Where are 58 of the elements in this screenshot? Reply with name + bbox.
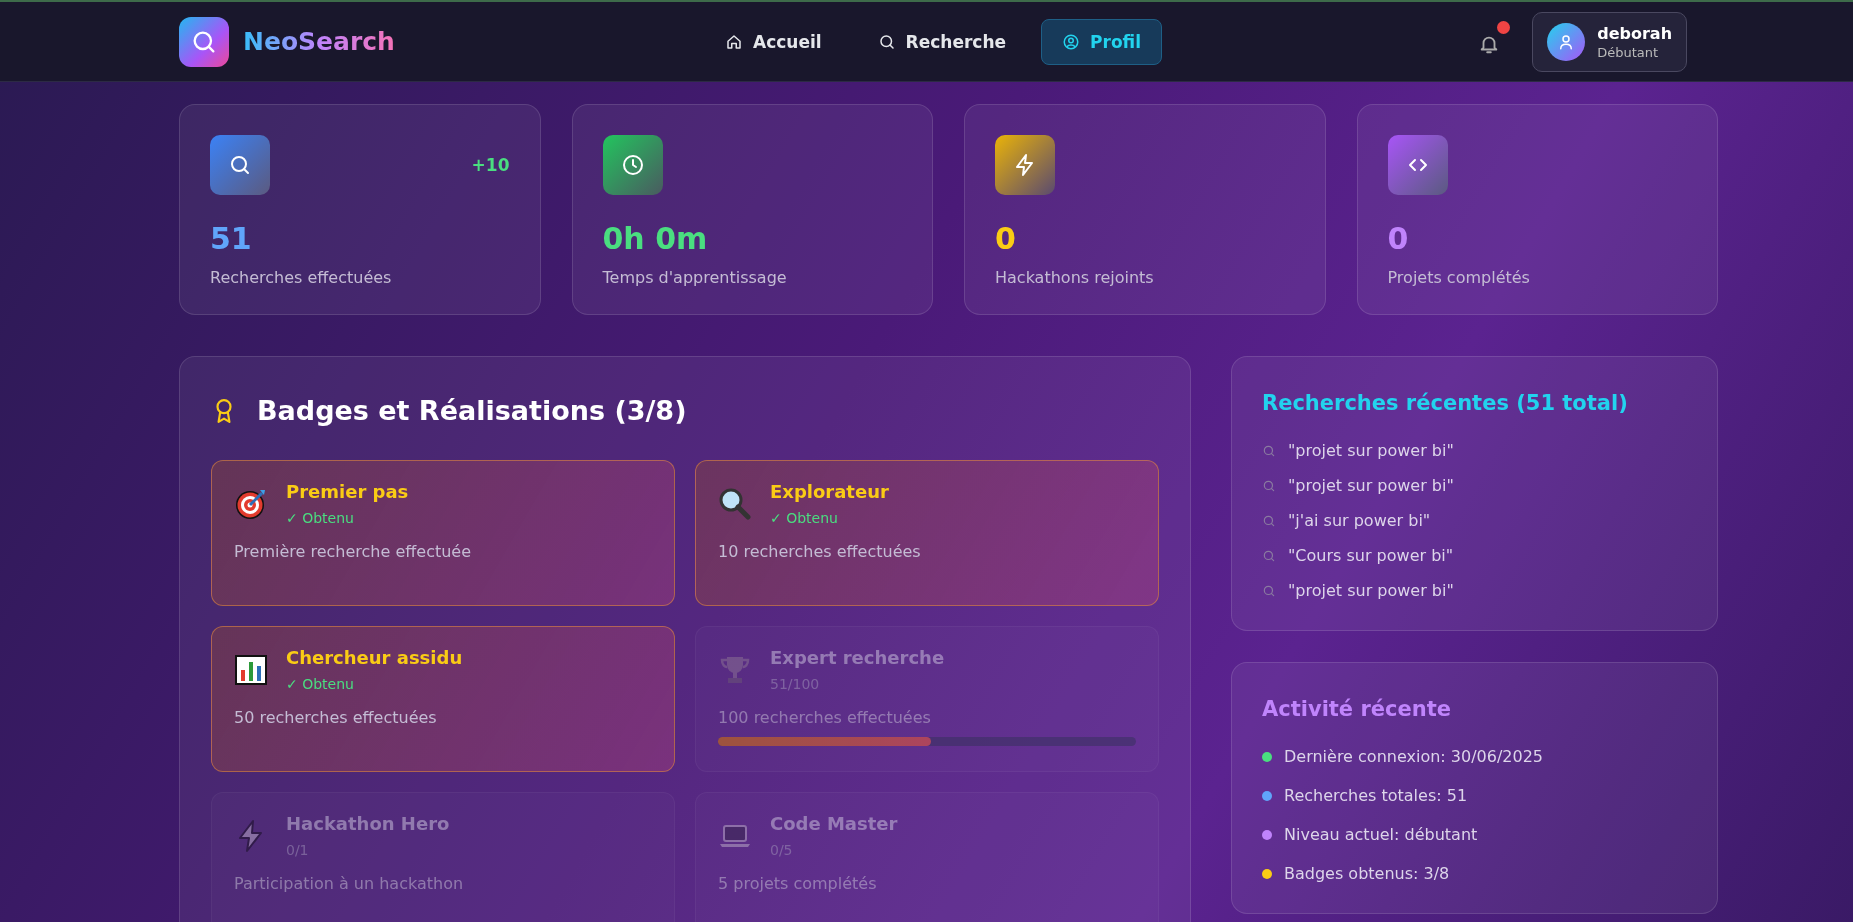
search-icon (1262, 513, 1276, 528)
section-title: Badges et Réalisations (3/8) (257, 395, 687, 426)
search-icon (1262, 548, 1276, 563)
stat-label: Projets complétés (1387, 268, 1531, 287)
badge-description: 5 projets complétés (718, 874, 878, 893)
badge-title: Code Master (770, 813, 898, 834)
stat-value: 0 (995, 221, 1017, 256)
badge-title: Hackathon Hero (286, 813, 450, 834)
search-logo-icon (179, 16, 229, 67)
code-icon (1387, 135, 1448, 195)
lightning-icon (995, 135, 1055, 195)
badge-description: 10 recherches effectuées (718, 542, 922, 561)
activity-text: Badges obtenus: 3/8 (1284, 864, 1450, 883)
nav-tab[interactable]: Profil (1041, 18, 1162, 65)
recent-search-item[interactable]: "projet sur power bi" (1288, 476, 1454, 495)
badge-description: 50 recherches effectuées (234, 708, 438, 727)
recent-search-item[interactable]: "projet sur power bi" (1288, 441, 1454, 460)
user-circle-icon (1062, 32, 1081, 51)
badge-description: 100 recherches effectuées (718, 708, 932, 727)
recent-search-item[interactable]: "projet sur power bi" (1288, 581, 1454, 600)
nav-tab[interactable]: Accueil (704, 18, 843, 65)
stat-label: Temps d'apprentissage (602, 268, 788, 287)
badge-description: Première recherche effectuée (234, 542, 473, 561)
bar-chart-icon (234, 652, 268, 687)
home-icon (725, 32, 743, 51)
clock-icon (602, 135, 663, 195)
badge-status: ✓ Obtenu (770, 510, 839, 526)
recent-search-item[interactable]: "Cours sur power bi" (1288, 546, 1454, 565)
recent-search-item[interactable]: "j'ai sur power bi" (1288, 511, 1431, 530)
activity-text: Recherches totales: 51 (1284, 786, 1468, 805)
badge-title: Chercheur assidu (286, 647, 463, 668)
stat-label: Recherches effectuées (210, 268, 393, 287)
user-level: Débutant (1597, 44, 1660, 60)
stat-label: Hackathons rejoints (995, 268, 1155, 287)
search-icon (1262, 583, 1276, 598)
nav-tab[interactable]: Recherche (856, 18, 1028, 65)
badge-title: Explorateur (770, 481, 889, 502)
stat-delta: +10 (471, 155, 510, 175)
search-icon (1262, 478, 1276, 493)
search-icon (210, 135, 270, 195)
activity-text: Dernière connexion: 30/06/2025 (1284, 747, 1543, 766)
magnifier-icon (718, 486, 752, 521)
badge-title: Premier pas (286, 481, 409, 502)
badge-status: ✓ Obtenu (286, 676, 355, 692)
user-menu-button[interactable]: deborah Débutant (1532, 11, 1687, 72)
user-name: deborah (1597, 23, 1672, 43)
badge-description: Participation à un hackathon (234, 874, 465, 893)
stat-value: 0h 0m (602, 221, 709, 256)
stat-value: 51 (210, 221, 253, 256)
search-icon (877, 32, 896, 51)
badge-title: Expert recherche (770, 647, 945, 668)
avatar-icon (1547, 22, 1586, 61)
panel-title: Activité récente (1262, 697, 1452, 721)
activity-text: Niveau actuel: débutant (1284, 825, 1478, 844)
search-icon (1262, 443, 1276, 458)
badge-status: ✓ Obtenu (286, 510, 355, 526)
stat-value: 0 (1387, 221, 1410, 256)
panel-title: Recherches récentes (51 total) (1262, 391, 1629, 415)
